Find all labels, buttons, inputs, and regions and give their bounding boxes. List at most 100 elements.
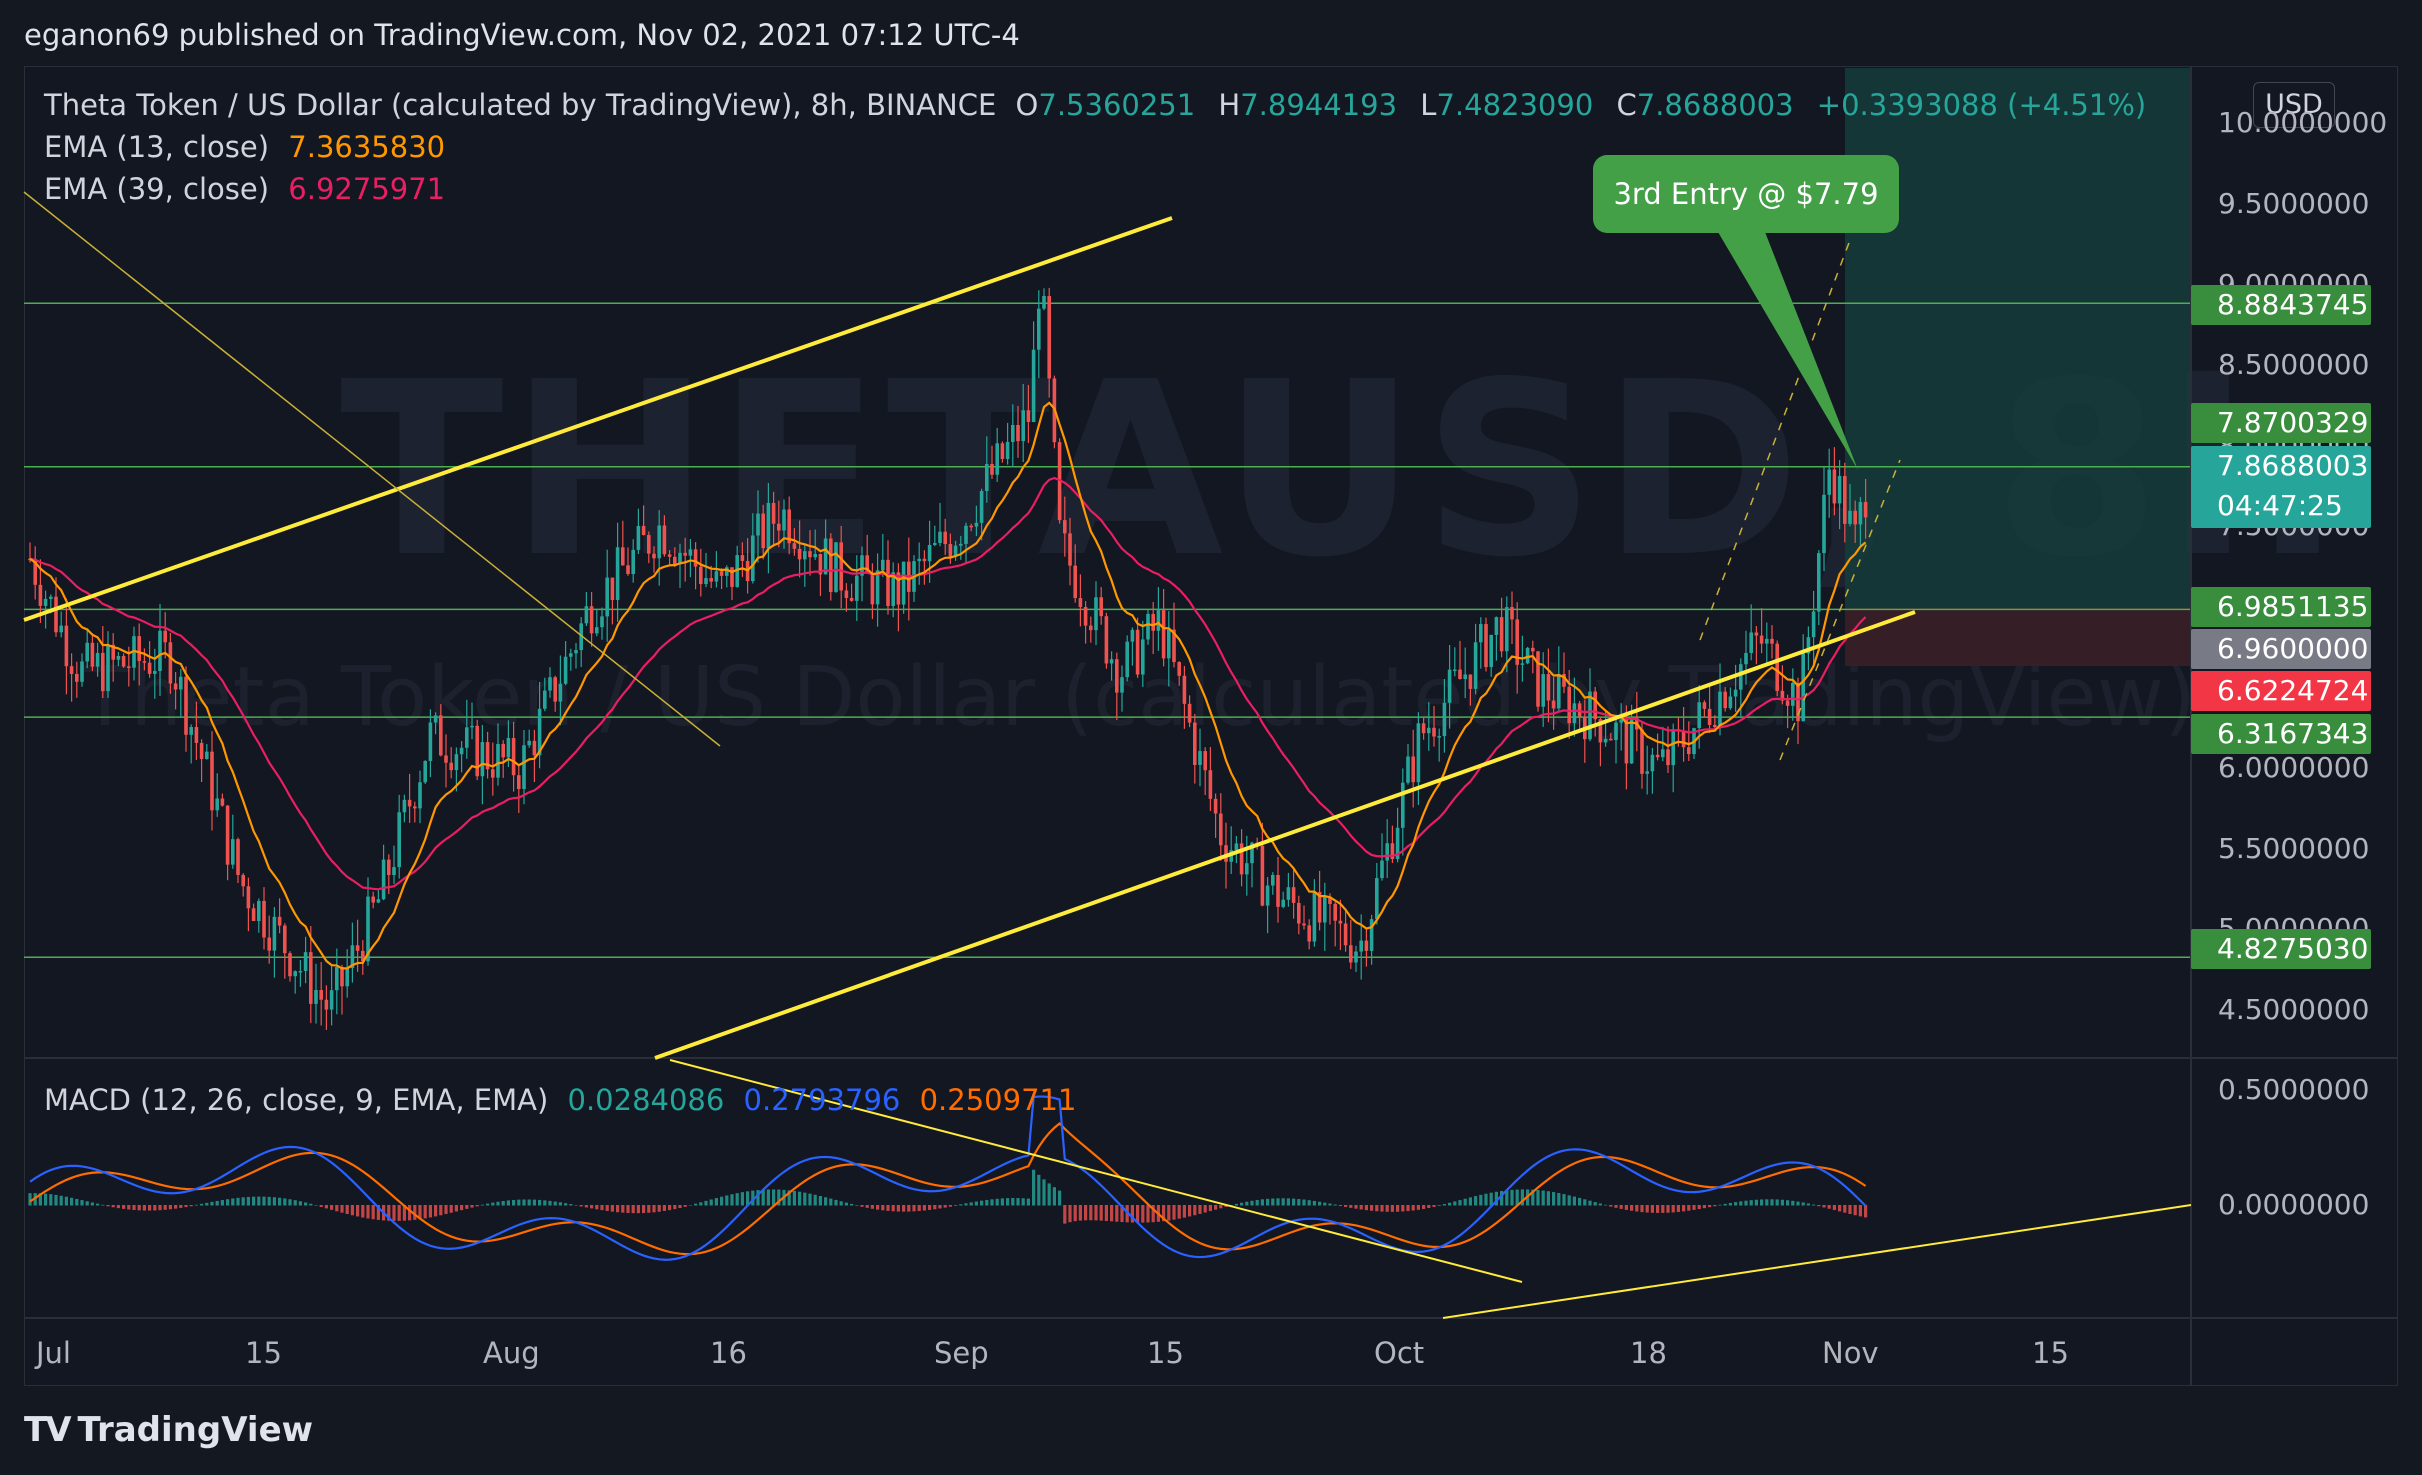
macd-histogram-bar [262,1196,266,1206]
macd-histogram-bar [818,1195,822,1206]
macd-histogram-bar [766,1189,770,1206]
macd-histogram-bar [1806,1203,1810,1206]
macd-histogram-bar [111,1205,115,1208]
macd-histogram-bar [1630,1205,1634,1211]
macd-histogram-bar [610,1205,614,1212]
candle-body [345,968,349,987]
macd-histogram-bar [1182,1205,1186,1218]
macd-histogram-bar [1286,1198,1290,1206]
macd-histogram-bar [220,1200,224,1206]
candle-body [1609,738,1613,741]
callout-pointer [1718,232,1858,470]
candle-body [1853,510,1857,525]
macd-histogram-bar [1843,1205,1847,1213]
macd-histogram-bar [1333,1204,1337,1206]
candle-body [371,896,375,903]
time-axis-tick: 15 [2032,1336,2069,1370]
macd-histogram-bar [1364,1205,1368,1211]
candle-body [231,839,235,865]
candle-body [1702,702,1707,709]
candle-body [491,769,495,778]
candle-body [1791,682,1795,706]
macd-histogram-bar [1650,1205,1654,1213]
candle-body [418,782,422,809]
symbol-legend[interactable]: Theta Token / US Dollar (calculated by T… [44,88,2156,122]
macd-histogram-bar [1624,1205,1628,1210]
candle-body [543,690,547,709]
macd-histogram-bar [1401,1205,1405,1212]
change-value: +0.3393088 (+4.51%) [1816,88,2147,122]
candle-body [1213,798,1218,814]
macd-histogram-bar [1708,1205,1712,1208]
macd-histogram-bar [876,1205,880,1210]
macd-histogram-bar [1661,1205,1665,1213]
candle-body [1785,700,1790,706]
time-axis-tick: Sep [934,1336,989,1370]
price-axis-tick: 9.5000000 [2218,187,2370,220]
candle-body [293,971,297,977]
candle-body [1037,308,1041,350]
candle-body [1364,940,1369,951]
ema13-legend[interactable]: EMA (13, close) 7.3635830 [44,130,455,164]
candle-body [1739,664,1743,690]
candle-body [1016,424,1020,442]
macd-histogram-bar [1572,1196,1576,1206]
candle-body [137,636,141,662]
macd-histogram-bar [1557,1193,1561,1206]
candle-body [163,630,167,643]
macd-histogram-bar [444,1205,448,1215]
ema13-value: 7.3635830 [288,130,446,164]
macd-histogram-bar [210,1201,214,1206]
horizontal-levels [24,66,2398,1386]
macd-histogram-bar [1614,1205,1618,1208]
macd-histogram-bar [1432,1205,1436,1207]
candle-body [1713,724,1717,728]
candle-body [288,953,292,977]
macd-histogram-bar [153,1205,157,1211]
candle-body [246,886,251,909]
candle-body [1650,754,1655,772]
candle-body [719,571,724,576]
tradingview-logo[interactable]: TV TradingView [24,1410,313,1450]
candle-body [974,522,979,527]
macd-histogram-bar [1687,1205,1691,1211]
candle-body [1453,669,1457,672]
candle-body [569,653,573,657]
macd-histogram-bar [1104,1205,1108,1221]
macd-legend[interactable]: MACD (12, 26, close, 9, EMA, EMA) 0.0284… [44,1083,1086,1117]
candle-body [465,727,469,748]
candle-body [730,567,734,587]
price-chart[interactable] [0,0,2422,1475]
macd-histogram-bar [1682,1205,1686,1212]
ema39-legend[interactable]: EMA (39, close) 6.9275971 [44,172,455,206]
candle-body [80,661,84,682]
macd-histogram-bar [324,1205,328,1209]
candle-body [1271,874,1275,886]
macd-histogram-bar [1827,1205,1831,1209]
macd-histogram-bar [772,1189,776,1206]
price-label: 6.3167343 [2191,714,2371,754]
macd-histogram-bar [626,1205,630,1213]
candle-body [626,565,630,574]
candle-body [1042,295,1046,309]
candle-body [64,625,69,667]
macd-histogram-bar [590,1205,594,1209]
ohlc-open: O7.5360251 [1016,88,1196,122]
macd-histogram-bar [226,1199,230,1206]
macd-histogram-bar [1734,1202,1738,1206]
candle-body [1671,729,1675,766]
macd-histogram-bar [881,1205,885,1211]
candle-body [631,549,635,574]
macd-histogram-bar [1266,1198,1270,1206]
candle-body [709,578,713,582]
ema39-value: 6.9275971 [288,172,446,206]
macd-histogram-bar [579,1205,583,1207]
candle-body [90,642,95,667]
candle-body [600,616,604,628]
macd-histogram-bar [1754,1199,1758,1206]
macd-histogram-bar [1723,1203,1727,1206]
candle-body [839,542,843,591]
entry-callout[interactable]: 3rd Entry @ $7.79 [1593,155,1899,233]
macd-histogram-bar [522,1199,526,1206]
macd-histogram-bar [1546,1191,1550,1206]
